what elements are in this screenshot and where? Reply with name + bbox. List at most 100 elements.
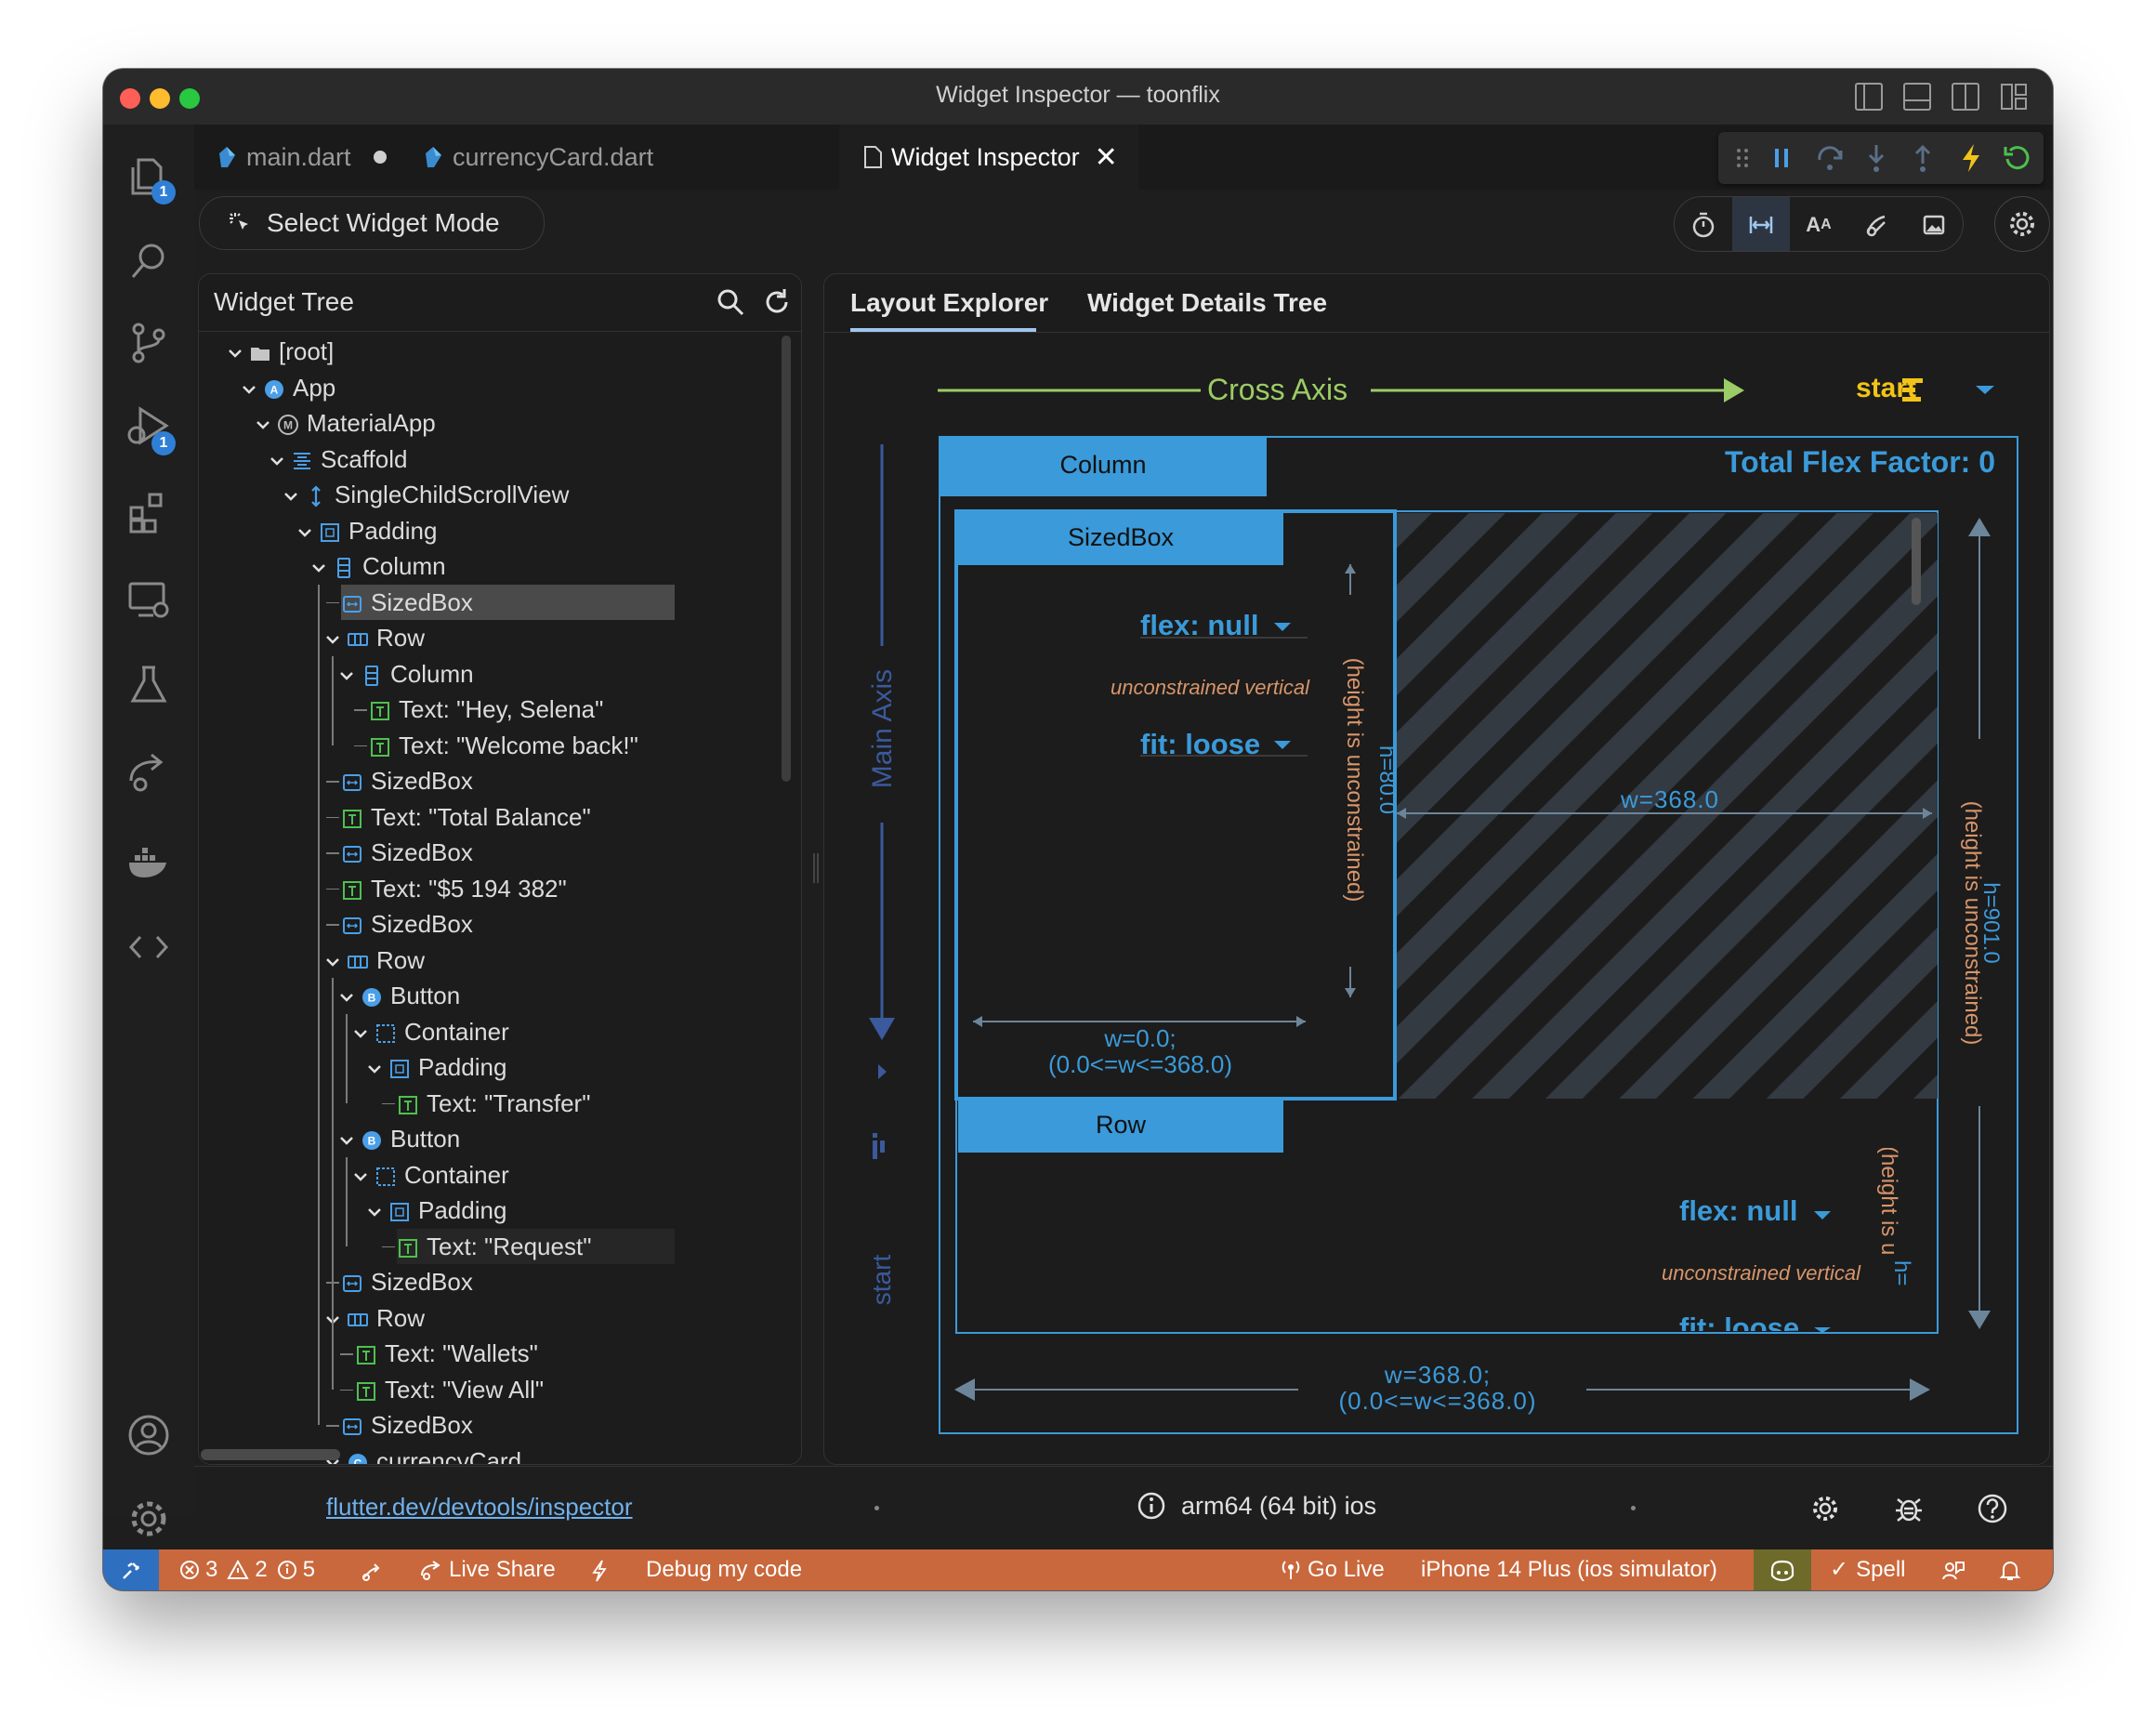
modified-dot-icon[interactable]	[373, 151, 387, 164]
tree-row[interactable]: Text: "View All"	[340, 1372, 544, 1407]
sizedbox-flex[interactable]: flex: null	[1140, 609, 1258, 642]
tree-row[interactable]: Column	[310, 548, 446, 584]
tree-row[interactable]: SizedBox	[326, 1407, 473, 1443]
tree-row[interactable]: Container	[352, 1014, 509, 1049]
tree-row[interactable]: A App	[241, 370, 335, 405]
tree-vertical-scrollbar[interactable]	[782, 336, 791, 782]
toggle-sidebar-icon[interactable]	[1855, 83, 1883, 111]
row-flex-dropdown-icon[interactable]	[1814, 1211, 1831, 1219]
tree-row[interactable]: [root]	[227, 334, 334, 369]
panel-resize-handle[interactable]	[811, 850, 821, 887]
drag-handle-icon[interactable]	[1726, 141, 1759, 175]
live-share-status[interactable]: Live Share	[419, 1549, 556, 1590]
bug-icon[interactable]	[1893, 1493, 1925, 1524]
chevron-down-icon[interactable]	[269, 453, 285, 469]
ports-icon[interactable]	[360, 1549, 384, 1590]
feedback-icon[interactable]	[1941, 1549, 1965, 1590]
flash-icon[interactable]	[590, 1549, 609, 1590]
sizedbox-child-box[interactable]	[954, 509, 1397, 1101]
chevron-down-icon[interactable]	[352, 1025, 369, 1042]
restart-icon[interactable]	[2001, 141, 2034, 175]
tree-row[interactable]: Row	[324, 943, 425, 978]
chevron-down-icon[interactable]	[338, 1132, 355, 1149]
chevron-down-icon[interactable]	[324, 954, 341, 970]
spell-check[interactable]: ✓ Spell	[1830, 1549, 1905, 1590]
tree-row[interactable]: Text: "Hey, Selena"	[354, 692, 603, 727]
step-out-icon[interactable]	[1906, 141, 1939, 175]
tree-row[interactable]: SizedBox	[326, 835, 473, 870]
tree-row[interactable]: Column	[338, 656, 474, 692]
devtools-inspector-link[interactable]: flutter.dev/devtools/inspector	[326, 1493, 633, 1522]
tree-row[interactable]: Text: "Total Balance"	[326, 799, 591, 835]
image-icon[interactable]	[1905, 197, 1963, 251]
tree-row[interactable]: SizedBox	[326, 584, 675, 620]
step-over-icon[interactable]	[1813, 141, 1847, 175]
chevron-down-icon[interactable]	[310, 560, 327, 576]
chevron-down-icon[interactable]	[366, 1204, 383, 1220]
extensions-icon[interactable]	[125, 489, 172, 535]
live-share-icon[interactable]	[125, 749, 172, 796]
tree-row[interactable]: Padding	[366, 1049, 506, 1085]
chevron-down-icon[interactable]	[324, 631, 341, 648]
toggle-secondary-sidebar-icon[interactable]	[1952, 83, 1979, 111]
chevron-down-icon[interactable]	[338, 667, 355, 684]
chevron-down-icon[interactable]	[227, 345, 243, 362]
docker-icon[interactable]	[125, 838, 172, 885]
tree-row[interactable]: SizedBox	[326, 906, 473, 942]
problems-summary[interactable]: 3 2 5	[179, 1549, 315, 1590]
copilot-icon[interactable]	[1754, 1549, 1811, 1590]
tree-horizontal-scrollbar[interactable]	[201, 1449, 340, 1460]
code-icon[interactable]	[125, 924, 172, 970]
tree-row[interactable]: M MaterialApp	[255, 405, 436, 441]
tree-row[interactable]: SizedBox	[326, 1264, 473, 1299]
toggle-panel-icon[interactable]	[1903, 83, 1931, 111]
cross-axis-dropdown-icon[interactable]	[1976, 386, 1994, 394]
source-control-icon[interactable]	[125, 320, 172, 366]
testing-icon[interactable]	[125, 662, 172, 708]
help-icon[interactable]	[1977, 1493, 2008, 1524]
chevron-down-icon[interactable]	[255, 416, 271, 433]
chevron-down-icon[interactable]	[296, 524, 313, 541]
repaint-icon[interactable]	[1847, 197, 1905, 251]
close-tab-icon[interactable]: ✕	[1095, 141, 1118, 174]
tree-row[interactable]: Text: "Wallets"	[340, 1336, 538, 1371]
main-axis-dropdown-icon[interactable]	[878, 1064, 887, 1079]
tree-row[interactable]: Text: "Transfer"	[382, 1086, 590, 1121]
layout-scrollbar[interactable]	[1912, 518, 1921, 605]
tab-currency-card[interactable]: currencyCard.dart	[401, 125, 679, 190]
notifications-bell-icon[interactable]	[1999, 1549, 2021, 1590]
tree-row[interactable]: SizedBox	[326, 763, 473, 798]
tree-row[interactable]: SingleChildScrollView	[283, 477, 569, 512]
settings-gear-button[interactable]	[1994, 196, 2050, 252]
tree-row[interactable]: Container	[352, 1157, 509, 1193]
select-widget-mode-button[interactable]: Select Widget Mode	[199, 196, 545, 250]
main-axis-value[interactable]: start	[867, 1187, 897, 1373]
pause-icon[interactable]	[1765, 141, 1798, 175]
timer-icon[interactable]	[1675, 197, 1732, 251]
tab-widget-inspector[interactable]: Widget Inspector ✕	[839, 125, 1138, 190]
hot-reload-icon[interactable]	[1954, 141, 1988, 175]
refresh-icon[interactable]	[762, 287, 792, 317]
manage-gear-icon[interactable]	[125, 1496, 172, 1542]
row-flex[interactable]: flex: null	[1679, 1194, 1797, 1228]
debug-my-code[interactable]: Debug my code	[646, 1549, 802, 1590]
tree-row[interactable]: CcurrencyCard	[324, 1444, 521, 1464]
remote-explorer-icon[interactable]	[125, 576, 172, 623]
tab-main-dart[interactable]: main.dart	[194, 125, 399, 190]
search-icon[interactable]	[716, 287, 745, 317]
tree-row[interactable]: Text: "$5 194 382"	[326, 871, 567, 906]
chevron-down-icon[interactable]	[283, 488, 299, 505]
chevron-down-icon[interactable]	[352, 1168, 369, 1185]
guidelines-icon[interactable]	[1732, 197, 1790, 251]
tree-row[interactable]: Scaffold	[269, 442, 407, 477]
step-into-icon[interactable]	[1860, 141, 1893, 175]
tree-row[interactable]: B Button	[338, 978, 460, 1013]
device-selector[interactable]: iPhone 14 Plus (ios simulator)	[1421, 1549, 1717, 1590]
accounts-icon[interactable]	[125, 1412, 172, 1458]
explorer-icon[interactable]: 1	[125, 152, 176, 204]
search-icon[interactable]	[125, 238, 172, 284]
chevron-down-icon[interactable]	[338, 989, 355, 1006]
row-fit[interactable]: fit: loose	[1679, 1312, 1799, 1331]
chevron-down-icon[interactable]	[241, 381, 257, 398]
cross-axis-value[interactable]: start	[1856, 373, 1916, 404]
